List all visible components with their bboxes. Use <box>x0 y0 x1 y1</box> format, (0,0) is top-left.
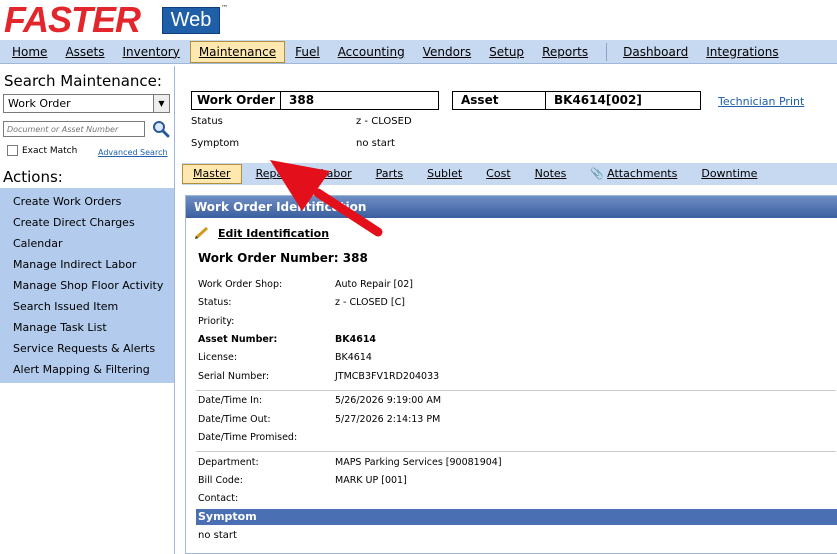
work-order-tabs: Master Repairs Labor Parts Sublet Cost N… <box>182 163 837 185</box>
divider <box>196 390 836 391</box>
menu-integrations[interactable]: Integrations <box>698 42 786 62</box>
menu-separator <box>606 42 608 61</box>
tab-labor[interactable]: Labor <box>311 165 362 183</box>
status-value: z - CLOSED <box>356 116 412 127</box>
work-order-label: Work Order <box>191 91 281 110</box>
action-create-work-orders[interactable]: Create Work Orders <box>0 191 174 212</box>
logo-web-badge: Web <box>162 7 220 34</box>
menu-setup[interactable]: Setup <box>481 42 532 62</box>
field-contact: Contact: <box>198 493 239 504</box>
field-license: License: BK4614 <box>198 352 372 363</box>
menu-accounting[interactable]: Accounting <box>330 42 413 62</box>
tab-notes[interactable]: Notes <box>525 165 577 183</box>
menu-home[interactable]: Home <box>4 42 55 62</box>
tab-attachments-label: Attachments <box>607 167 678 180</box>
field-serial-number: Serial Number: JTMCB3FV1RD204033 <box>198 371 440 382</box>
symptom-text: no start <box>198 530 237 541</box>
action-create-direct-charges[interactable]: Create Direct Charges <box>0 212 174 233</box>
actions-list: Create Work Orders Create Direct Charges… <box>0 188 174 383</box>
tab-downtime[interactable]: Downtime <box>691 165 767 183</box>
menu-maintenance[interactable]: Maintenance <box>189 40 286 63</box>
work-order-number-heading: Work Order Number: 388 <box>198 251 368 265</box>
field-priority: Priority: <box>198 316 235 327</box>
search-title: Search Maintenance: <box>4 72 162 90</box>
action-manage-indirect-labor[interactable]: Manage Indirect Labor <box>0 254 174 275</box>
field-department: Department: MAPS Parking Services [900819… <box>198 457 502 468</box>
sidebar: Search Maintenance: Work Order ▼ Exact M… <box>0 66 175 554</box>
divider <box>196 451 836 452</box>
pencil-icon <box>194 226 209 240</box>
logo-faster-text: FASTER <box>4 0 141 40</box>
work-order-value: 388 <box>280 91 439 110</box>
asset-value: BK4614[002] <box>545 91 701 110</box>
action-alert-mapping-filtering[interactable]: Alert Mapping & Filtering <box>0 359 174 380</box>
chevron-down-icon[interactable]: ▼ <box>153 95 169 112</box>
identification-panel: Work Order Identification Edit Identific… <box>185 195 837 554</box>
main-content: Work Order 388 Asset BK4614[002] Technic… <box>182 66 837 554</box>
search-input[interactable] <box>3 121 145 137</box>
field-date-promised: Date/Time Promised: <box>198 432 298 443</box>
app-logo: FASTER Web ™ <box>0 0 837 40</box>
tab-master[interactable]: Master <box>182 164 242 184</box>
menu-dashboard[interactable]: Dashboard <box>615 42 696 62</box>
panel-title: Work Order Identification <box>186 196 837 218</box>
search-icon[interactable] <box>152 120 170 138</box>
action-manage-task-list[interactable]: Manage Task List <box>0 317 174 338</box>
exact-match-label: Exact Match <box>22 145 78 156</box>
actions-title: Actions: <box>3 168 63 186</box>
menu-assets[interactable]: Assets <box>57 42 112 62</box>
field-bill-code: Bill Code: MARK UP [001] <box>198 475 407 486</box>
action-search-issued-item[interactable]: Search Issued Item <box>0 296 174 317</box>
technician-print-link[interactable]: Technician Print <box>718 95 804 108</box>
asset-label: Asset <box>452 91 546 110</box>
action-calendar[interactable]: Calendar <box>0 233 174 254</box>
checkbox-box[interactable] <box>7 145 18 156</box>
field-asset-number: Asset Number: BK4614 <box>198 334 377 345</box>
logo-trademark: ™ <box>221 4 228 12</box>
edit-identification-link[interactable]: Edit Identification <box>194 226 329 240</box>
paperclip-icon: 📎 <box>590 167 605 180</box>
symptom-label: Symptom <box>191 138 240 149</box>
menu-inventory[interactable]: Inventory <box>115 42 188 62</box>
tab-repairs[interactable]: Repairs <box>246 165 307 183</box>
menu-vendors[interactable]: Vendors <box>415 42 479 62</box>
field-date-in: Date/Time In: 5/26/2026 9:19:00 AM <box>198 395 442 406</box>
tab-cost[interactable]: Cost <box>476 165 520 183</box>
search-type-select[interactable]: Work Order ▼ <box>3 94 170 113</box>
tab-parts[interactable]: Parts <box>366 165 413 183</box>
status-label: Status <box>191 116 223 127</box>
menu-fuel[interactable]: Fuel <box>287 42 328 62</box>
symptom-value: no start <box>356 138 395 149</box>
action-manage-shop-floor-activity[interactable]: Manage Shop Floor Activity <box>0 275 174 296</box>
advanced-search-link[interactable]: Advanced Search <box>98 148 168 157</box>
tab-attachments[interactable]: 📎 Attachments <box>580 165 687 183</box>
exact-match-checkbox[interactable]: Exact Match <box>7 145 77 156</box>
menu-reports[interactable]: Reports <box>534 42 596 62</box>
symptom-section-header: Symptom <box>196 509 837 525</box>
tab-sublet[interactable]: Sublet <box>417 165 472 183</box>
search-type-value: Work Order <box>8 97 71 110</box>
edit-identification-label: Edit Identification <box>218 226 330 240</box>
field-status: Status: z - CLOSED [C] <box>198 297 405 308</box>
field-date-out: Date/Time Out: 5/27/2026 2:14:13 PM <box>198 414 441 425</box>
main-menu-bar: Home Assets Inventory Maintenance Fuel A… <box>0 40 837 64</box>
action-service-requests-alerts[interactable]: Service Requests & Alerts <box>0 338 174 359</box>
field-shop: Work Order Shop: Auto Repair [02] <box>198 279 414 290</box>
